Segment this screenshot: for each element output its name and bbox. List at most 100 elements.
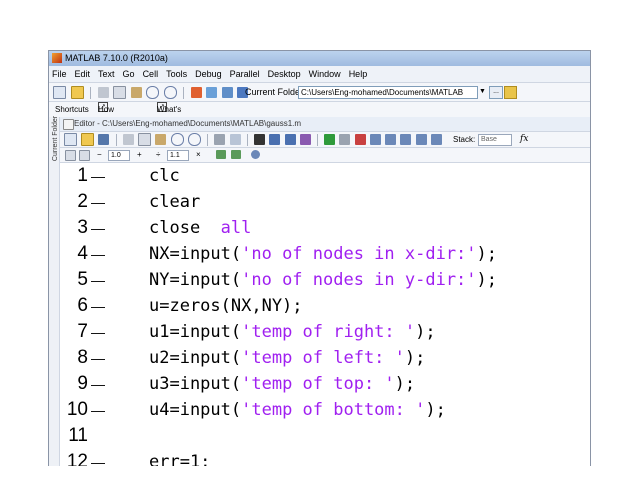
simulink-icon[interactable]: [190, 87, 202, 99]
breakpoint-marker[interactable]: —: [91, 397, 105, 423]
fx-function-icon[interactable]: fx: [520, 132, 528, 147]
code-line[interactable]: 3— close all: [60, 215, 590, 241]
code-line[interactable]: 8— u2=input('temp of left: ');: [60, 345, 590, 371]
menu-cell[interactable]: Cell: [139, 66, 163, 82]
step-icon[interactable]: [369, 134, 381, 146]
profiler-icon[interactable]: [221, 87, 233, 99]
cut-icon[interactable]: [97, 87, 109, 99]
guide-icon[interactable]: [206, 87, 218, 99]
breakpoint-marker[interactable]: —: [91, 163, 105, 189]
menu-go[interactable]: Go: [119, 66, 139, 82]
undo-icon[interactable]: [146, 86, 160, 100]
code-text: u2=input('temp of left: ');: [149, 345, 425, 371]
continue-icon[interactable]: [415, 134, 427, 146]
line-number: 3: [77, 217, 88, 238]
code-text: close all: [149, 215, 251, 241]
toolbar-separator: [90, 86, 92, 99]
title-bar: MATLAB 7.10.0 (R2010a): [49, 51, 590, 66]
current-folder-side-tab[interactable]: Current Folder: [49, 116, 60, 469]
code-line[interactable]: 4— NX=input('no of nodes in x-dir:');: [60, 241, 590, 267]
copy-icon[interactable]: [113, 86, 127, 100]
code-line[interactable]: 5— NY=input('no of nodes in y-dir:');: [60, 267, 590, 293]
divide-button[interactable]: ÷: [156, 148, 160, 162]
stack-select[interactable]: Base: [478, 134, 512, 146]
line-number: 11: [68, 425, 88, 446]
breakpoint-marker[interactable]: —: [91, 319, 105, 345]
code-line[interactable]: 11: [60, 423, 590, 449]
code-text: u4=input('temp of bottom: ');: [149, 397, 446, 423]
back-arrow-icon[interactable]: [269, 134, 281, 146]
code-text: NX=input('no of nodes in x-dir:');: [149, 241, 497, 267]
code-text: u1=input('temp of right: ');: [149, 319, 436, 345]
code-line[interactable]: 7— u1=input('temp of right: ');: [60, 319, 590, 345]
cut-icon[interactable]: [122, 134, 134, 146]
increment-button[interactable]: +: [137, 148, 142, 162]
divide-value-field[interactable]: 1.1: [167, 150, 189, 161]
code-editor[interactable]: 1— clc 2— clear 3— close all 4— NX=input('no of…: [60, 163, 590, 469]
redo-icon[interactable]: [187, 133, 201, 147]
mail-icon[interactable]: [229, 134, 241, 146]
cell-info-icon[interactable]: [251, 150, 260, 159]
paste-icon[interactable]: [155, 134, 167, 146]
function-browser-icon[interactable]: [299, 134, 311, 146]
menu-help[interactable]: Help: [345, 66, 372, 82]
clear-breakpoints-icon[interactable]: [354, 134, 366, 146]
redo-icon[interactable]: [163, 86, 177, 100]
step-in-icon[interactable]: [385, 134, 397, 146]
code-line[interactable]: 6— u=zeros(NX,NY);: [60, 293, 590, 319]
chevron-down-icon[interactable]: ▼: [478, 86, 487, 97]
toolbar-separator: [207, 133, 209, 146]
breakpoint-marker[interactable]: —: [91, 267, 105, 293]
menu-text[interactable]: Text: [94, 66, 119, 82]
decrement-value-field[interactable]: 1.0: [108, 150, 130, 161]
exit-debug-icon[interactable]: [430, 134, 442, 146]
menu-debug[interactable]: Debug: [191, 66, 226, 82]
string-literal: 'temp of right: ': [241, 322, 416, 342]
code-line[interactable]: 2— clear: [60, 189, 590, 215]
paste-icon[interactable]: [130, 87, 142, 99]
decrement-button[interactable]: −: [97, 148, 102, 162]
menu-window[interactable]: Window: [305, 66, 345, 82]
open-file-icon[interactable]: [81, 133, 95, 147]
stack-label: Stack:: [453, 135, 476, 144]
menu-tools[interactable]: Tools: [162, 66, 191, 82]
undo-icon[interactable]: [170, 133, 184, 147]
breakpoint-marker[interactable]: —: [91, 293, 105, 319]
run-icon[interactable]: [324, 134, 336, 146]
copy-icon[interactable]: [138, 133, 152, 147]
breakpoint-marker[interactable]: —: [91, 215, 105, 241]
save-icon[interactable]: [98, 134, 110, 146]
new-script-icon[interactable]: [64, 133, 77, 147]
browse-folder-button[interactable]: ...: [489, 86, 503, 99]
main-toolbar: Current Folder: C:\Users\Eng-mohamed\Doc…: [49, 83, 590, 102]
forward-arrow-icon[interactable]: [284, 134, 296, 146]
current-folder-field[interactable]: C:\Users\Eng-mohamed\Documents\MATLAB: [298, 86, 478, 99]
menu-edit[interactable]: Edit: [71, 66, 95, 82]
multiply-button[interactable]: ×: [196, 148, 201, 162]
toolbar-separator: [246, 133, 248, 146]
breakpoint-marker[interactable]: —: [91, 345, 105, 371]
up-folder-icon[interactable]: [504, 86, 517, 99]
code-line[interactable]: 10— u4=input('temp of bottom: ');: [60, 397, 590, 423]
cell-format2-icon[interactable]: [231, 150, 241, 159]
code-token: u1=input(: [149, 322, 242, 342]
string-literal: 'no of nodes in y-dir:': [241, 270, 477, 290]
code-line[interactable]: 1— clc: [60, 163, 590, 189]
open-folder-icon[interactable]: [70, 86, 84, 100]
cell-advance-icon[interactable]: [79, 150, 90, 161]
breakpoint-marker[interactable]: —: [91, 189, 105, 215]
cell-format-icon[interactable]: [216, 150, 226, 159]
code-line[interactable]: 9— u3=input('temp of top: ');: [60, 371, 590, 397]
menu-desktop[interactable]: Desktop: [264, 66, 305, 82]
print-icon[interactable]: [214, 134, 226, 146]
menu-file[interactable]: File: [49, 66, 71, 82]
breakpoint-icon[interactable]: [339, 134, 351, 146]
find-icon[interactable]: [254, 134, 266, 146]
menu-parallel[interactable]: Parallel: [226, 66, 264, 82]
new-file-icon[interactable]: [53, 86, 66, 100]
breakpoint-marker[interactable]: —: [91, 371, 105, 397]
step-out-icon[interactable]: [400, 134, 412, 146]
code-token: u2=input(: [149, 348, 242, 368]
cell-eval-icon[interactable]: [65, 150, 76, 161]
breakpoint-marker[interactable]: —: [91, 241, 105, 267]
